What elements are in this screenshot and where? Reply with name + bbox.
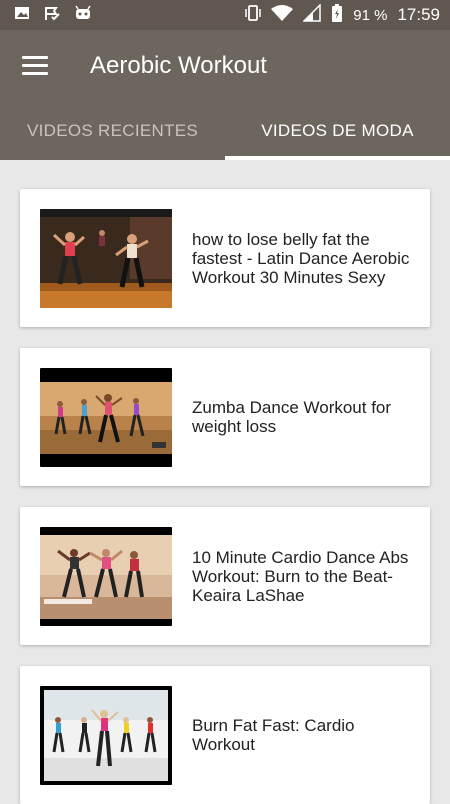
wifi-icon <box>271 4 294 26</box>
clock: 17:59 <box>397 5 440 24</box>
battery-percent: 91 % <box>353 6 388 24</box>
video-card[interactable]: Burn Fat Fast: Cardio Workout <box>20 666 430 804</box>
signal-icon <box>302 3 321 26</box>
app-bar: Aerobic Workout <box>0 30 450 102</box>
check-flag-icon <box>44 5 60 26</box>
android-robot-icon <box>74 5 92 26</box>
video-title: Burn Fat Fast: Cardio Workout <box>192 716 355 754</box>
video-title: how to lose belly fat the fastest - Lati… <box>192 229 410 287</box>
video-thumbnail <box>40 685 172 785</box>
app-title: Aerobic Workout <box>90 52 267 79</box>
video-card[interactable]: 10 Minute Cardio Dance Abs Workout: Burn… <box>20 507 430 645</box>
image-icon <box>14 5 30 26</box>
vibrate-icon <box>245 4 261 26</box>
battery-charging-icon <box>331 3 343 27</box>
video-thumbnail <box>40 526 172 626</box>
video-card[interactable]: Zumba Dance Workout for weight loss <box>20 348 430 486</box>
video-title: 10 Minute Cardio Dance Abs Workout: Burn… <box>192 547 409 605</box>
video-title: Zumba Dance Workout for weight loss <box>192 398 392 436</box>
tab-videos-de-moda[interactable]: VIDEOS DE MODA <box>225 102 450 160</box>
tab-videos-recientes[interactable]: VIDEOS RECIENTES <box>0 102 225 160</box>
hamburger-menu-icon[interactable] <box>22 56 48 76</box>
tab-bar: VIDEOS RECIENTES VIDEOS DE MODA <box>0 102 450 160</box>
video-thumbnail <box>40 367 172 467</box>
video-card[interactable]: how to lose belly fat the fastest - Lati… <box>20 189 430 327</box>
status-bar: 91 % 17:59 <box>0 0 450 30</box>
video-thumbnail <box>40 208 172 308</box>
